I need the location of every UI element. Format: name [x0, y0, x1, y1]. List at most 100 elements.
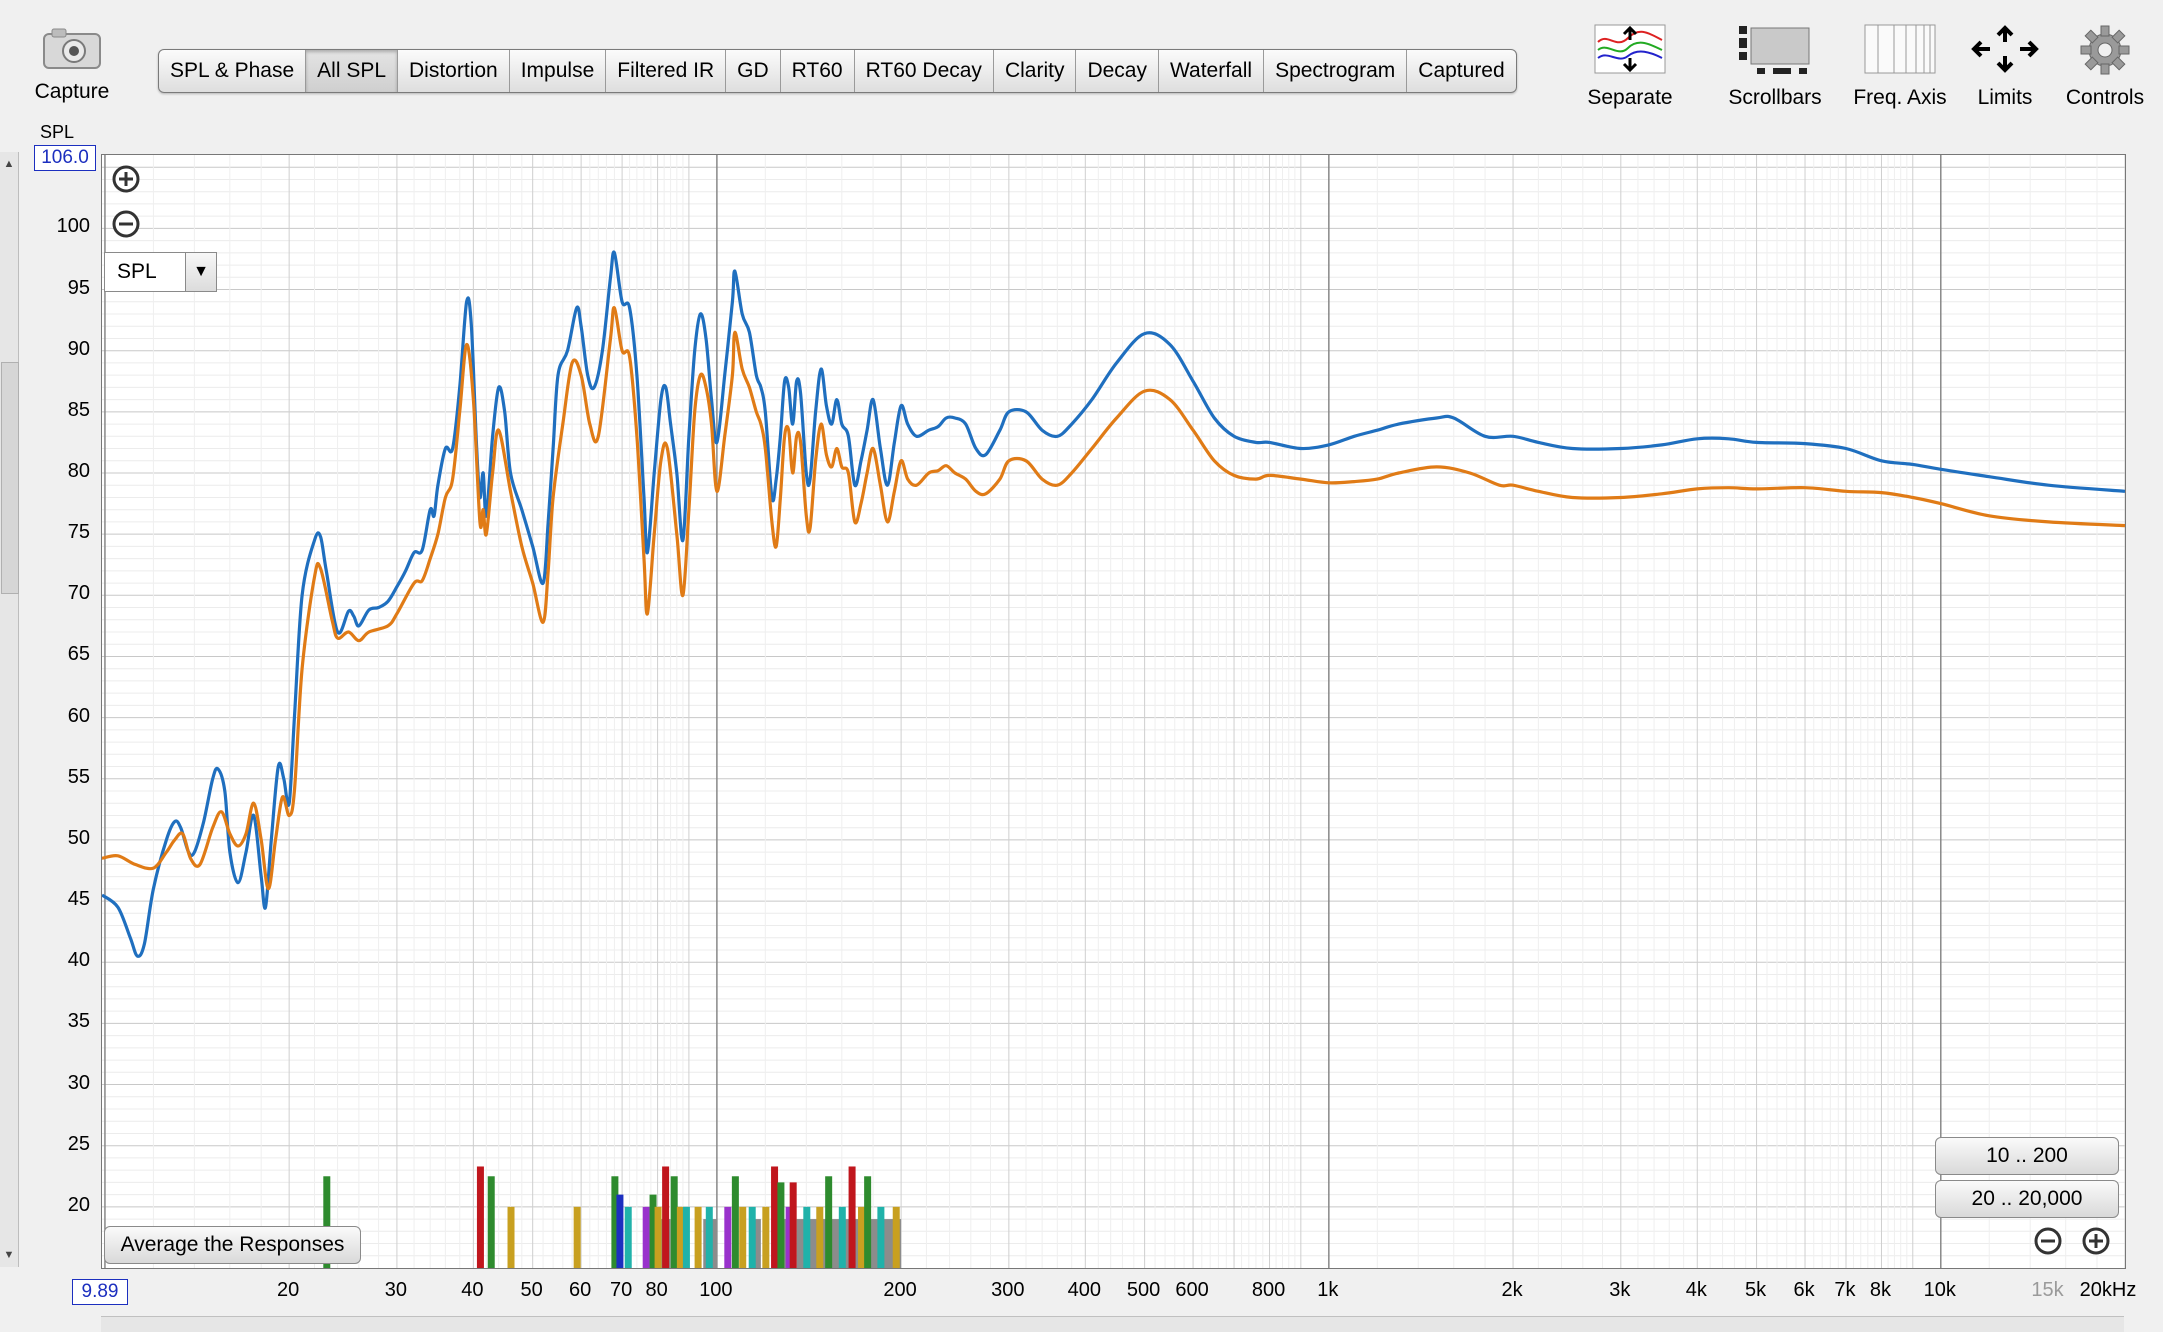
- y-tick-label: 35: [67, 1010, 90, 1033]
- range-20-20000-button[interactable]: 20 .. 20,000: [1935, 1180, 2119, 1218]
- scrollbars-button[interactable]: Scrollbars: [1720, 24, 1830, 110]
- resonance-marker: [892, 1206, 900, 1268]
- camera-icon: [43, 28, 101, 69]
- tab-waterfall[interactable]: Waterfall: [1159, 50, 1265, 92]
- tab-distortion[interactable]: Distortion: [398, 50, 510, 92]
- resonance-marker: [858, 1206, 866, 1268]
- x-zoom-out-icon[interactable]: [2033, 1226, 2063, 1256]
- tab-gd[interactable]: GD: [726, 50, 781, 92]
- limits-button[interactable]: Limits: [1960, 24, 2050, 110]
- gear-icon: [2080, 25, 2130, 75]
- spl-graph[interactable]: [101, 154, 2126, 1269]
- x-tick-label: 8k: [1869, 1279, 1892, 1301]
- x-tick-label: 6k: [1793, 1279, 1815, 1301]
- x-tick-label: 1k: [1317, 1279, 1339, 1301]
- separate-button[interactable]: Separate: [1575, 24, 1685, 110]
- y-tick-label: 25: [67, 1132, 90, 1155]
- resonance-marker: [682, 1206, 690, 1268]
- y-tick-label: 70: [67, 582, 90, 605]
- zoom-out-icon[interactable]: [111, 209, 141, 239]
- x-zoom-in-icon[interactable]: [2081, 1226, 2111, 1256]
- resonance-marker: [803, 1206, 811, 1268]
- x-tick-label: 3k: [1609, 1279, 1631, 1301]
- x-tick-label: 7k: [1834, 1279, 1856, 1301]
- tab-all-spl[interactable]: All SPL: [306, 50, 399, 92]
- tab-spl-phase[interactable]: SPL & Phase: [159, 50, 307, 92]
- resonance-marker: [507, 1206, 515, 1268]
- x-tick-label: 50: [520, 1279, 543, 1301]
- resonance-marker: [573, 1206, 581, 1268]
- chevron-down-icon[interactable]: ▼: [185, 253, 216, 291]
- y-tick-label: 40: [67, 949, 90, 972]
- vertical-scrollbar[interactable]: ▲ ▼: [0, 152, 19, 1267]
- view-tabs: SPL & Phase All SPL Distortion Impulse Filte…: [158, 49, 1517, 93]
- limits-icon: [1971, 25, 2039, 73]
- horizontal-scrollbar[interactable]: [101, 1316, 2124, 1332]
- tab-filtered-ir[interactable]: Filtered IR: [606, 50, 727, 92]
- resonance-marker: [476, 1166, 484, 1268]
- resonance-marker: [877, 1206, 885, 1268]
- resonance-marker: [838, 1206, 846, 1268]
- x-tick-label: 200: [883, 1279, 917, 1301]
- average-responses-button[interactable]: Average the Responses: [104, 1226, 361, 1264]
- y-tick-label: 50: [67, 826, 90, 849]
- x-tick-label: 2k: [1501, 1279, 1523, 1301]
- resonance-marker: [662, 1166, 670, 1268]
- resonance-marker: [825, 1176, 833, 1268]
- y-tick-label: 20: [67, 1193, 90, 1216]
- y-axis-title: SPL: [40, 122, 75, 142]
- resonance-marker: [748, 1206, 756, 1268]
- x-tick-label: 500: [1126, 1279, 1161, 1301]
- y-tick-label: 30: [67, 1071, 90, 1094]
- y-tick-label: 80: [67, 460, 90, 482]
- measurement-type-select[interactable]: SPL ▼: [104, 252, 217, 292]
- tab-decay[interactable]: Decay: [1076, 50, 1159, 92]
- y-tick-label: 95: [67, 276, 90, 299]
- capture-label: Capture: [34, 80, 110, 103]
- resonance-marker: [739, 1206, 747, 1268]
- select-value: SPL: [117, 260, 157, 283]
- x-tick-label: 10k: [1923, 1279, 1956, 1301]
- resonance-marker: [789, 1182, 797, 1268]
- tab-clarity[interactable]: Clarity: [994, 50, 1077, 92]
- spl-curve-orange: [102, 306, 2125, 891]
- y-tick-label: 60: [67, 704, 90, 727]
- spl-chart-svg: [102, 155, 2125, 1268]
- x-tick-label: 4k: [1685, 1279, 1707, 1301]
- scroll-up-icon[interactable]: ▲: [0, 152, 18, 176]
- resonance-marker: [654, 1206, 662, 1268]
- vertical-scroll-thumb[interactable]: [1, 362, 19, 594]
- separate-label: Separate: [1587, 86, 1673, 109]
- resonance-marker: [816, 1206, 824, 1268]
- scroll-down-icon[interactable]: ▼: [0, 1243, 18, 1267]
- range-10-200-button[interactable]: 10 .. 200: [1935, 1137, 2119, 1175]
- tab-impulse[interactable]: Impulse: [510, 50, 607, 92]
- capture-button[interactable]: Capture: [22, 22, 122, 122]
- limits-label: Limits: [1977, 86, 2033, 109]
- x-tick-label: 5k: [1745, 1279, 1767, 1301]
- controls-label: Controls: [2065, 86, 2145, 109]
- x-min-limit-box[interactable]: 9.89: [72, 1279, 128, 1305]
- x-tick-label: 70: [609, 1279, 633, 1301]
- x-tick-label: 80: [645, 1279, 668, 1301]
- x-tick-label: 600: [1175, 1279, 1209, 1301]
- resonance-marker: [616, 1194, 624, 1268]
- tab-rt60[interactable]: RT60: [781, 50, 855, 92]
- x-tick-label: 400: [1067, 1279, 1101, 1301]
- resonance-marker: [705, 1206, 713, 1268]
- y-tick-label: 65: [67, 643, 90, 666]
- x-tick-label: 300: [991, 1279, 1025, 1301]
- freq-axis-label: Freq. Axis: [1853, 86, 1947, 109]
- y-tick-label: 100: [56, 215, 90, 238]
- y-max-limit-box[interactable]: 106.0: [34, 145, 96, 171]
- resonance-marker: [864, 1176, 872, 1268]
- tab-spectrogram[interactable]: Spectrogram: [1264, 50, 1408, 92]
- zoom-in-icon[interactable]: [111, 164, 141, 194]
- tab-rt60-decay[interactable]: RT60 Decay: [855, 50, 994, 92]
- controls-button[interactable]: Controls: [2060, 24, 2150, 110]
- tab-captured[interactable]: Captured: [1407, 50, 1515, 92]
- resonance-marker: [642, 1206, 650, 1268]
- freq-axis-button[interactable]: Freq. Axis: [1845, 24, 1955, 110]
- x-tick-label: 60: [569, 1279, 592, 1301]
- y-tick-label: 90: [67, 337, 90, 360]
